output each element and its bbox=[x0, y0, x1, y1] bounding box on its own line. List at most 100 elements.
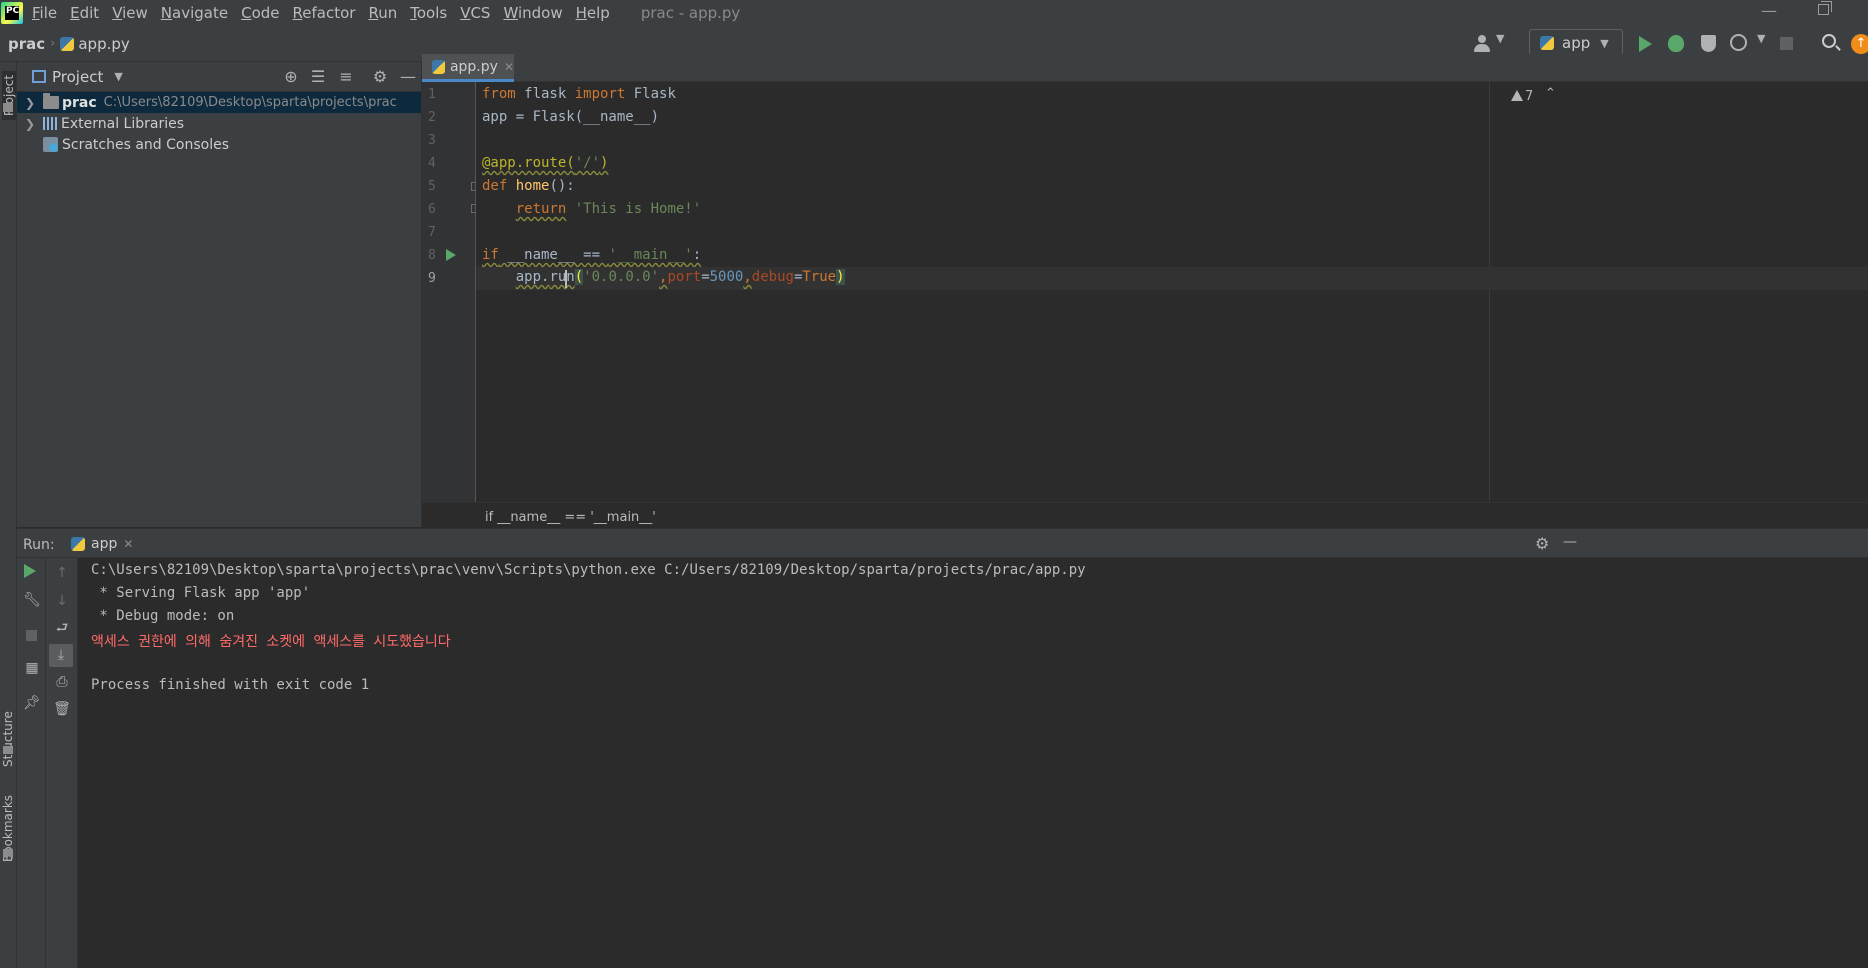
code-token: debug bbox=[751, 269, 794, 285]
window-title: prac - app.py bbox=[640, 4, 741, 22]
structure-tool-tab[interactable]: Structure bbox=[1, 711, 15, 767]
editor-tab-label: app.py bbox=[449, 58, 498, 75]
menu-help[interactable]: Help bbox=[576, 4, 610, 22]
locate-icon[interactable]: ⊕ bbox=[281, 62, 301, 92]
wrench-icon[interactable]: 🔧︎ bbox=[23, 591, 41, 609]
layout-icon[interactable]: ▦ bbox=[23, 659, 41, 677]
run-toolbar-primary: 🔧︎ ▦ 📌︎ bbox=[17, 558, 46, 968]
tree-item-prac[interactable]: ❯ prac C:\Users\82109\Desktop\sparta\pro… bbox=[17, 92, 421, 113]
code-token: __name__ == bbox=[498, 247, 609, 263]
stop-icon[interactable] bbox=[26, 630, 37, 641]
editor-breadcrumb[interactable]: if __name__ == '__main__' bbox=[485, 510, 656, 525]
tree-item-label: Scratches and Consoles bbox=[62, 136, 229, 153]
expand-all-icon[interactable]: ☰ bbox=[308, 62, 328, 92]
line-number: 2 bbox=[428, 110, 436, 125]
project-view-icon bbox=[32, 70, 46, 83]
folder-icon bbox=[43, 93, 59, 109]
code-editor[interactable]: from flask import Flask app = Flask(__na… bbox=[476, 82, 1489, 502]
code-token: '/' bbox=[574, 155, 601, 171]
tree-item-path: C:\Users\82109\Desktop\sparta\projects\p… bbox=[103, 95, 397, 110]
chevron-down-icon[interactable]: ▼ bbox=[1496, 32, 1504, 45]
profile-icon[interactable] bbox=[1730, 34, 1747, 51]
line-number: 5 bbox=[428, 179, 436, 194]
user-icon[interactable] bbox=[1473, 35, 1491, 53]
chevron-down-icon[interactable]: ▼ bbox=[1757, 32, 1765, 45]
code-token: '__main__' bbox=[608, 247, 693, 263]
chevron-up-icon[interactable]: ⌃ bbox=[1545, 86, 1556, 101]
arrow-down-icon[interactable]: ↓ bbox=[53, 592, 71, 610]
pin-icon[interactable]: 📌︎ bbox=[23, 694, 41, 712]
menu-run[interactable]: Run bbox=[368, 4, 397, 22]
library-icon bbox=[43, 117, 58, 130]
run-configuration-select[interactable]: app ▼ bbox=[1529, 29, 1623, 57]
close-icon[interactable]: ✕ bbox=[123, 537, 133, 551]
debug-icon[interactable] bbox=[1668, 35, 1684, 52]
stop-icon[interactable] bbox=[1780, 37, 1793, 50]
print-icon[interactable]: ⎙ bbox=[53, 673, 71, 691]
menu-refactor[interactable]: Refactor bbox=[293, 4, 356, 22]
code-token: run bbox=[549, 269, 575, 285]
code-line-9: app.run('0.0.0.0',port=5000,debug=True) bbox=[482, 269, 845, 285]
breadcrumb-separator-icon: › bbox=[50, 36, 56, 51]
restore-window-icon[interactable] bbox=[1818, 1, 1832, 15]
code-token: True bbox=[802, 269, 837, 285]
run-panel-title: Run: bbox=[23, 537, 55, 553]
menu-code[interactable]: Code bbox=[241, 4, 279, 22]
logo-text: PC bbox=[6, 6, 20, 16]
chevron-right-icon[interactable]: ❯ bbox=[25, 96, 35, 110]
search-icon[interactable] bbox=[1822, 34, 1836, 48]
tree-item-scratches[interactable]: Scratches and Consoles bbox=[17, 134, 421, 155]
gear-icon[interactable]: ⚙ bbox=[370, 62, 390, 92]
code-token: from bbox=[482, 86, 516, 102]
console-line: Process finished with exit code 1 bbox=[91, 677, 370, 693]
code-token: , bbox=[743, 269, 752, 285]
run-icon[interactable] bbox=[1639, 36, 1652, 52]
line-number: 1 bbox=[428, 87, 436, 102]
breadcrumb-project[interactable]: prac bbox=[8, 35, 45, 53]
warning-icon bbox=[1511, 90, 1523, 101]
structure-icon[interactable] bbox=[3, 746, 13, 754]
coverage-icon[interactable] bbox=[1701, 35, 1716, 52]
python-icon bbox=[71, 536, 85, 551]
menu-file[interactable]: File bbox=[32, 4, 57, 22]
hide-panel-icon[interactable]: — bbox=[398, 62, 418, 92]
editor-tab-app-py[interactable]: app.py ✕ bbox=[422, 54, 514, 82]
run-gutter-icon[interactable] bbox=[446, 249, 456, 261]
line-number: 7 bbox=[428, 225, 436, 240]
chevron-right-icon[interactable]: ❯ bbox=[25, 117, 35, 131]
soft-wrap-icon[interactable]: ⮐ bbox=[53, 619, 71, 637]
line-number: 8 bbox=[428, 248, 436, 263]
menu-window[interactable]: Window bbox=[503, 4, 562, 22]
run-console[interactable]: C:\Users\82109\Desktop\sparta\projects\p… bbox=[78, 558, 1868, 968]
hide-panel-icon[interactable]: — bbox=[1563, 534, 1577, 550]
menu-navigate[interactable]: Navigate bbox=[161, 4, 228, 22]
tree-item-external-libraries[interactable]: ❯ External Libraries bbox=[17, 113, 421, 134]
menu-vcs[interactable]: VCS bbox=[460, 4, 490, 22]
gear-icon[interactable]: ⚙ bbox=[1535, 534, 1549, 553]
menu-view[interactable]: View bbox=[112, 4, 148, 22]
menu-edit[interactable]: Edit bbox=[70, 4, 99, 22]
trash-icon[interactable]: 🗑︎ bbox=[53, 700, 71, 718]
chevron-down-icon[interactable]: ▼ bbox=[114, 70, 122, 83]
run-tab-app[interactable]: app ✕ bbox=[69, 529, 145, 558]
project-view-title[interactable]: Project bbox=[52, 68, 103, 86]
update-icon[interactable]: ↑ bbox=[1851, 34, 1868, 54]
folder-icon[interactable] bbox=[3, 103, 13, 112]
python-file-icon bbox=[60, 36, 75, 51]
breadcrumb-file[interactable]: app.py bbox=[78, 35, 129, 53]
line-number: 3 bbox=[428, 133, 436, 148]
rerun-icon[interactable] bbox=[24, 564, 36, 578]
project-panel-header: Project ▼ ⊕ ☰ ≡ ⚙ — bbox=[17, 62, 421, 92]
code-line-5: def home(): bbox=[482, 178, 575, 194]
console-line: C:\Users\82109\Desktop\sparta\projects\p… bbox=[91, 562, 1086, 578]
menu-tools[interactable]: Tools bbox=[410, 4, 447, 22]
arrow-up-icon[interactable]: ↑ bbox=[53, 564, 71, 582]
code-token: app. bbox=[515, 269, 550, 285]
collapse-all-icon[interactable]: ≡ bbox=[336, 62, 356, 92]
close-icon[interactable]: ✕ bbox=[504, 60, 514, 74]
project-tool-tab[interactable]: Project bbox=[2, 70, 16, 120]
minimize-icon[interactable]: — bbox=[1761, 1, 1777, 20]
warning-indicator[interactable]: 7 bbox=[1511, 89, 1533, 104]
scroll-to-end-icon[interactable]: ⤓ bbox=[49, 644, 73, 667]
code-line-2: app = Flask(__name__) bbox=[482, 109, 660, 125]
